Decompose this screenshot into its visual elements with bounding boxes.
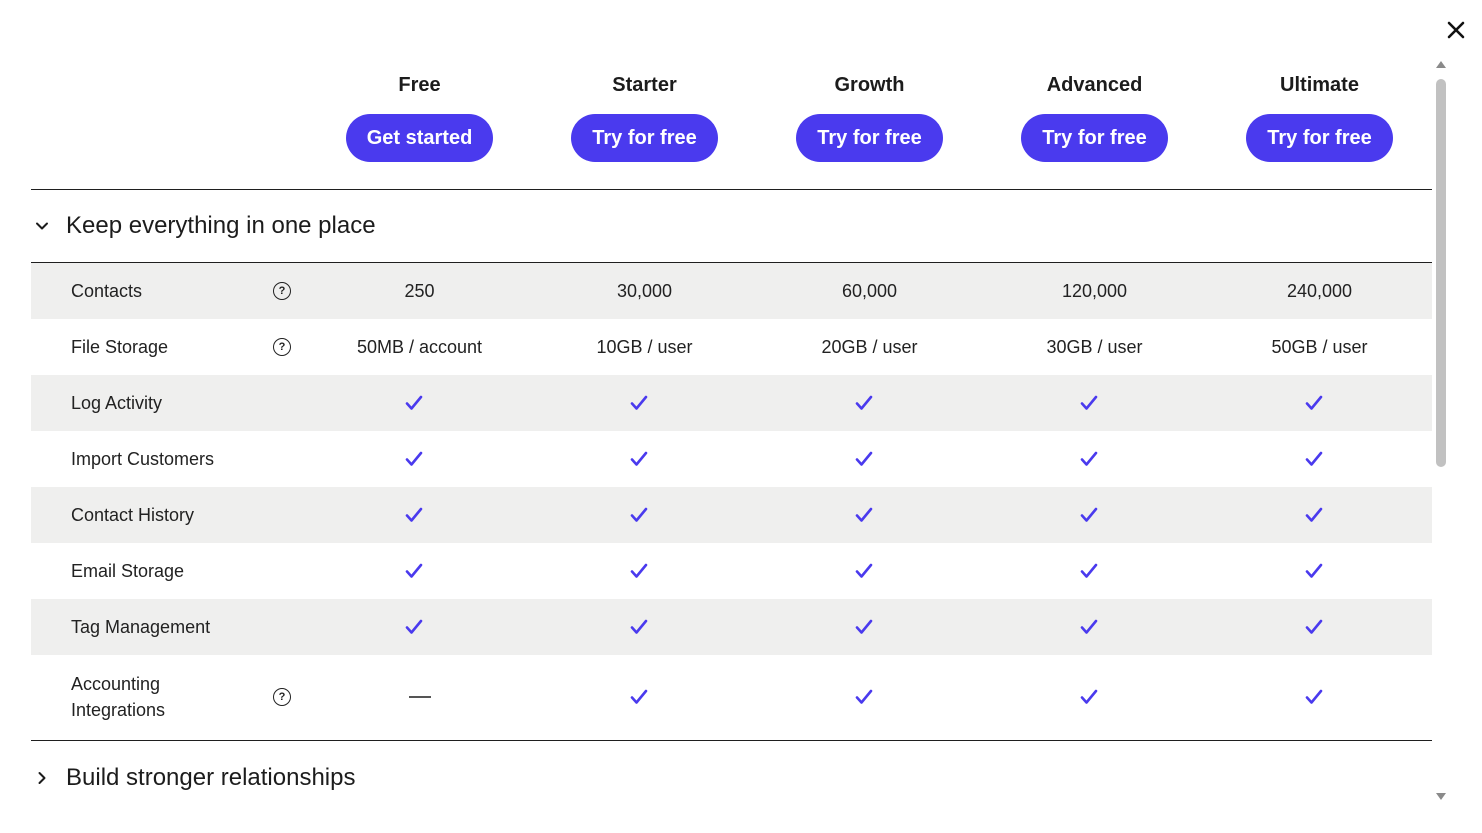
feature-value: 30,000: [616, 280, 673, 301]
check-icon: [301, 487, 526, 543]
check-icon: [526, 487, 751, 543]
check-icon: [526, 655, 751, 739]
question-circle-icon[interactable]: ?: [273, 282, 291, 300]
plan-name: Ultimate: [1280, 74, 1359, 96]
table-row: Email Storage: [31, 543, 1432, 599]
check-icon: [526, 599, 751, 655]
check-icon: [301, 431, 526, 487]
check-icon: [1201, 655, 1426, 739]
section-toggle-build-relationships[interactable]: Build stronger relationships: [31, 742, 1432, 814]
table-row: Accounting Integrations?: [31, 655, 1432, 739]
check-icon: [976, 599, 1201, 655]
check-icon: [976, 431, 1201, 487]
feature-value: 30GB / user: [1046, 336, 1143, 357]
check-icon: [751, 599, 976, 655]
check-icon: [1201, 487, 1426, 543]
check-icon: [751, 431, 976, 487]
table-row: File Storage? 50MB / account 10GB / user 20…: [31, 319, 1432, 375]
feature-label: Log Activity: [71, 393, 163, 413]
check-icon: [1201, 543, 1426, 599]
check-icon: [301, 599, 526, 655]
check-icon: [751, 375, 976, 431]
table-row: Contacts? 250 30,000 60,000 120,000 240,000: [31, 263, 1432, 319]
close-icon: [1447, 21, 1465, 39]
feature-label: Tag Management: [71, 617, 211, 637]
check-icon: [301, 375, 526, 431]
feature-label: File Storage: [71, 337, 169, 357]
feature-value: 250: [404, 280, 435, 301]
check-icon: [976, 375, 1201, 431]
check-icon: [1201, 431, 1426, 487]
table-row: Import Customers: [31, 431, 1432, 487]
question-circle-icon[interactable]: ?: [273, 688, 291, 706]
plan-column-starter: Starter Try for free: [532, 70, 757, 162]
try-for-free-button-ultimate[interactable]: Try for free: [1246, 114, 1393, 162]
check-icon: [526, 375, 751, 431]
feature-value: 20GB / user: [821, 336, 918, 357]
close-button[interactable]: [1443, 17, 1469, 43]
section-title: Keep everything in one place: [66, 212, 376, 239]
try-for-free-button-starter[interactable]: Try for free: [571, 114, 718, 162]
not-included-dash: [307, 655, 532, 739]
table-row: Contact History: [31, 487, 1432, 543]
check-icon: [526, 543, 751, 599]
feature-label: Contacts: [71, 281, 143, 301]
plan-name: Starter: [612, 74, 677, 96]
scroll-down-arrow[interactable]: [1435, 791, 1447, 803]
plan-column-advanced: Advanced Try for free: [982, 70, 1207, 162]
feature-value: 50GB / user: [1271, 336, 1368, 357]
feature-value: 10GB / user: [596, 336, 693, 357]
check-icon: [976, 487, 1201, 543]
plan-comparison: Free Get started Starter Try for free Gr…: [31, 0, 1432, 833]
feature-label: Import Customers: [71, 449, 215, 469]
plan-name: Advanced: [1046, 74, 1143, 96]
plan-name: Free: [398, 74, 441, 96]
table-row: Log Activity: [31, 375, 1432, 431]
check-icon: [301, 543, 526, 599]
feature-value: 120,000: [1061, 280, 1128, 301]
check-icon: [1201, 599, 1426, 655]
scroll-up-arrow[interactable]: [1435, 58, 1447, 70]
plan-name: Growth: [834, 74, 905, 96]
check-icon: [751, 487, 976, 543]
check-icon: [976, 655, 1201, 739]
feature-value: 60,000: [841, 280, 898, 301]
plan-column-free: Free Get started: [307, 70, 532, 162]
table-row: Tag Management: [31, 599, 1432, 655]
plan-column-growth: Growth Try for free: [757, 70, 982, 162]
feature-value: 240,000: [1286, 280, 1353, 301]
check-icon: [751, 543, 976, 599]
feature-value: 50MB / account: [356, 336, 483, 357]
section-title: Build stronger relationships: [66, 764, 356, 791]
section-toggle-keep-everything[interactable]: Keep everything in one place: [31, 190, 1432, 262]
try-for-free-button-growth[interactable]: Try for free: [796, 114, 943, 162]
feature-table: Contacts? 250 30,000 60,000 120,000 240,000 Fi…: [31, 262, 1432, 739]
check-icon: [1201, 375, 1426, 431]
scrollbar-thumb[interactable]: [1436, 79, 1446, 467]
divider: [31, 740, 1432, 741]
check-icon: [526, 431, 751, 487]
chevron-down-icon: [31, 215, 53, 237]
get-started-button[interactable]: Get started: [345, 114, 494, 162]
check-icon: [976, 543, 1201, 599]
feature-label: Accounting Integrations: [71, 674, 166, 720]
check-icon: [751, 655, 976, 739]
chevron-right-icon: [31, 767, 53, 789]
feature-label: Contact History: [71, 505, 195, 525]
scrollbar[interactable]: [1434, 58, 1448, 803]
plan-column-ultimate: Ultimate Try for free: [1207, 70, 1432, 162]
plan-header: Free Get started Starter Try for free Gr…: [31, 70, 1432, 190]
try-for-free-button-advanced[interactable]: Try for free: [1021, 114, 1168, 162]
question-circle-icon[interactable]: ?: [273, 338, 291, 356]
feature-label: Email Storage: [71, 561, 185, 581]
